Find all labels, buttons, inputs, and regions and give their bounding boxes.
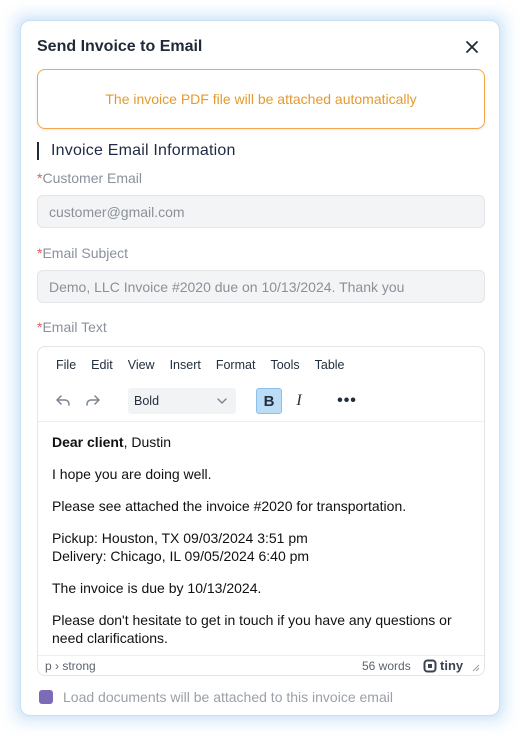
section-title: Invoice Email Information bbox=[51, 142, 236, 159]
block-format-value: Bold bbox=[134, 394, 160, 408]
customer-email-label: *Customer Email bbox=[37, 170, 143, 186]
pickup-line: Pickup: Houston, TX 09/03/2024 3:51 pm bbox=[52, 530, 308, 546]
redo-icon[interactable] bbox=[80, 388, 106, 414]
tiny-logo[interactable]: tiny bbox=[423, 658, 463, 673]
dialog-header: Send Invoice to Email bbox=[21, 21, 499, 73]
more-options-button[interactable]: ••• bbox=[334, 388, 360, 414]
close-icon[interactable] bbox=[461, 36, 483, 58]
content-paragraph: The invoice is due by 10/13/2024. bbox=[52, 580, 262, 596]
menu-tools[interactable]: Tools bbox=[270, 358, 299, 372]
content-paragraph: Please see attached the invoice #2020 fo… bbox=[52, 498, 407, 514]
editor-toolbar: Bold B I ••• bbox=[38, 385, 484, 419]
menu-table[interactable]: Table bbox=[315, 358, 345, 372]
section-heading: Invoice Email Information bbox=[37, 141, 236, 161]
editor-content[interactable]: Dear client, Dustin I hope you are doing… bbox=[52, 433, 472, 661]
tiny-icon bbox=[423, 659, 437, 672]
word-count[interactable]: 56 words bbox=[362, 659, 411, 673]
email-subject-label: *Email Subject bbox=[37, 245, 129, 261]
toolbar-divider bbox=[38, 421, 484, 422]
send-invoice-dialog: Send Invoice to Email The invoice PDF fi… bbox=[20, 20, 500, 716]
italic-button[interactable]: I bbox=[286, 388, 312, 414]
delivery-line: Delivery: Chicago, IL 09/05/2024 6:40 pm bbox=[52, 548, 310, 564]
content-paragraph: Please don't hesitate to get in touch if… bbox=[52, 612, 452, 646]
attach-documents-checkbox[interactable] bbox=[39, 690, 53, 704]
email-text-editor: File Edit View Insert Format Tools Table bbox=[37, 346, 485, 676]
email-subject-field[interactable]: Demo, LLC Invoice #2020 due on 10/13/202… bbox=[37, 270, 485, 303]
bold-button[interactable]: B bbox=[256, 388, 282, 414]
section-bar bbox=[37, 142, 39, 160]
greeting-line: Dear client, Dustin bbox=[52, 434, 172, 450]
attach-documents-label: Load documents will be attached to this … bbox=[63, 689, 393, 705]
undo-icon[interactable] bbox=[50, 388, 76, 414]
element-path[interactable]: p › strong bbox=[45, 659, 96, 673]
menu-insert[interactable]: Insert bbox=[170, 358, 201, 372]
menu-format[interactable]: Format bbox=[216, 358, 256, 372]
chevron-down-icon bbox=[217, 398, 227, 404]
attachment-notice: The invoice PDF file will be attached au… bbox=[37, 69, 485, 129]
customer-email-field[interactable]: customer@gmail.com bbox=[37, 195, 485, 228]
block-format-select[interactable]: Bold bbox=[128, 388, 236, 414]
menu-view[interactable]: View bbox=[128, 358, 155, 372]
editor-menubar: File Edit View Insert Format Tools Table bbox=[38, 347, 484, 383]
content-paragraph: I hope you are doing well. bbox=[52, 466, 212, 482]
email-text-label: *Email Text bbox=[37, 319, 107, 335]
menu-edit[interactable]: Edit bbox=[91, 358, 113, 372]
pickup-delivery-paragraph: Pickup: Houston, TX 09/03/2024 3:51 pm D… bbox=[52, 529, 472, 565]
editor-statusbar: p › strong 56 words tiny bbox=[38, 655, 484, 675]
attach-documents-row: Load documents will be attached to this … bbox=[37, 689, 393, 705]
menu-file[interactable]: File bbox=[56, 358, 76, 372]
dialog-title: Send Invoice to Email bbox=[37, 38, 203, 55]
resize-handle-icon[interactable] bbox=[471, 663, 480, 672]
